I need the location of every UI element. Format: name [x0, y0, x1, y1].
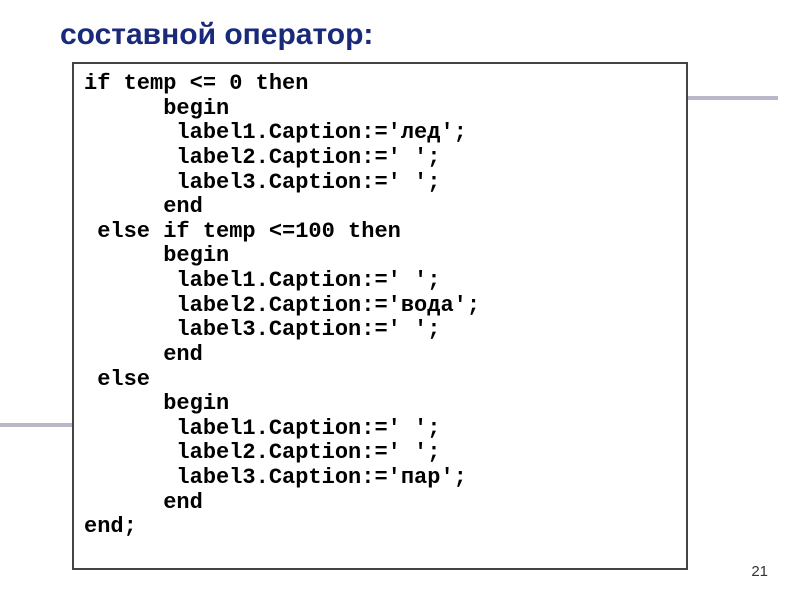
slide: составной оператор: if temp <= 0 then be…: [0, 0, 800, 600]
slide-title: составной оператор:: [60, 18, 373, 52]
decor-line-left: [0, 423, 72, 427]
code-block: if temp <= 0 then begin label1.Caption:=…: [84, 72, 676, 540]
page-number: 21: [751, 563, 768, 580]
code-box: if temp <= 0 then begin label1.Caption:=…: [72, 62, 688, 570]
